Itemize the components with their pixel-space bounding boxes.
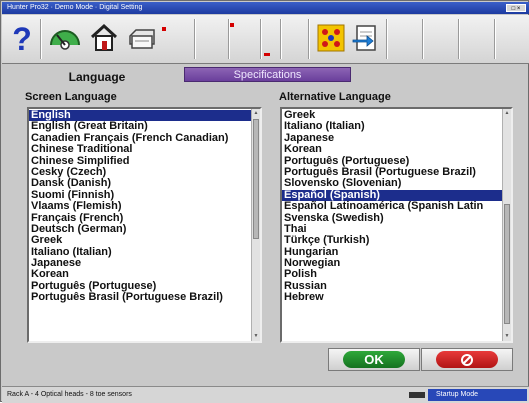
- home-icon: [90, 23, 118, 51]
- scroll-thumb[interactable]: [253, 119, 259, 239]
- screen-language-scrollbar[interactable]: ▲ ▼: [251, 109, 260, 341]
- list-item[interactable]: Canadien Français (French Canadian): [29, 133, 260, 144]
- scroll-up-icon[interactable]: ▲: [504, 110, 510, 117]
- print-button[interactable]: [124, 19, 160, 57]
- tab-bar: Language Specifications: [2, 64, 529, 86]
- alternative-language-heading: Alternative Language: [279, 91, 391, 103]
- cancel-button[interactable]: [421, 348, 513, 371]
- list-item[interactable]: Español (Spanish): [282, 189, 511, 202]
- status-text: Rack A - 4 Optical heads - 8 toe sensors: [7, 391, 132, 398]
- list-item[interactable]: Japanese: [282, 133, 511, 144]
- list-item[interactable]: Hungarian: [282, 247, 511, 258]
- list-item[interactable]: English (Great Britain): [29, 121, 260, 132]
- settings-button[interactable]: [314, 19, 348, 57]
- alternative-language-scrollbar[interactable]: ▲ ▼: [502, 109, 511, 341]
- list-item[interactable]: Français (French): [29, 213, 260, 224]
- list-item[interactable]: Italiano (Italian): [282, 121, 511, 132]
- help-icon: ?: [12, 21, 32, 55]
- list-item[interactable]: Greek: [29, 235, 260, 246]
- settings-grid-icon: [317, 24, 345, 52]
- alternative-language-list[interactable]: Greek Italiano (Italian) Japanese Korean Por…: [280, 107, 513, 343]
- cancel-pill: [436, 351, 498, 368]
- printer-icon: [129, 29, 155, 49]
- ok-label: OK: [343, 351, 405, 368]
- list-item[interactable]: Svenska (Swedish): [282, 213, 511, 224]
- scroll-down-icon[interactable]: ▼: [253, 333, 259, 340]
- indicator-mark: [230, 23, 234, 27]
- exit-icon: [352, 25, 376, 51]
- indicator-mark: [162, 27, 166, 31]
- list-item[interactable]: Italiano (Italian): [29, 247, 260, 258]
- list-item[interactable]: Korean: [282, 144, 511, 155]
- list-item[interactable]: English: [29, 110, 260, 122]
- list-item[interactable]: Português (Portuguese): [29, 281, 260, 292]
- list-item[interactable]: Deutsch (German): [29, 224, 260, 235]
- list-item[interactable]: Español Latinoamérica (Spanish Latin: [282, 201, 511, 212]
- status-bar: Rack A - 4 Optical heads - 8 toe sensors…: [2, 386, 529, 403]
- cancel-icon: [461, 353, 473, 366]
- list-item[interactable]: Russian: [282, 281, 511, 292]
- window-title: Hunter Pro32 · Demo Mode · Digital Setti…: [7, 4, 143, 11]
- list-item[interactable]: Česky (Czech): [29, 167, 260, 178]
- toolbar: ?: [2, 15, 529, 64]
- list-item[interactable]: Português Brasil (Portuguese Brazil): [282, 167, 511, 178]
- list-item[interactable]: Slovensko (Slovenian): [282, 178, 511, 189]
- alignment-button[interactable]: [46, 19, 84, 57]
- alignment-icon: [50, 30, 80, 50]
- list-item[interactable]: Português (Portuguese): [282, 156, 511, 167]
- list-item[interactable]: Greek: [282, 110, 511, 121]
- list-item[interactable]: Hebrew: [282, 292, 511, 303]
- connection-icon: [409, 392, 425, 398]
- indicator-mark: [264, 53, 270, 56]
- exit-button[interactable]: [349, 19, 383, 57]
- list-item[interactable]: Vlaams (Flemish): [29, 201, 260, 212]
- screen-language-heading: Screen Language: [25, 91, 117, 103]
- list-item[interactable]: Dansk (Danish): [29, 178, 260, 189]
- help-button[interactable]: ?: [6, 19, 38, 57]
- svg-text:?: ?: [12, 21, 32, 55]
- list-item[interactable]: Korean: [29, 269, 260, 280]
- mode-indicator: Startup Mode: [428, 389, 527, 401]
- home-button[interactable]: [86, 19, 122, 57]
- list-item[interactable]: Português Brasil (Portuguese Brazil): [29, 292, 260, 303]
- scroll-up-icon[interactable]: ▲: [253, 110, 259, 117]
- window-controls[interactable]: □ ×: [506, 4, 526, 12]
- title-bar: Hunter Pro32 · Demo Mode · Digital Setti…: [2, 2, 529, 14]
- list-item[interactable]: Japanese: [29, 258, 260, 269]
- list-item[interactable]: Chinese Traditional: [29, 144, 260, 155]
- list-item[interactable]: Polish: [282, 269, 511, 280]
- scroll-thumb[interactable]: [504, 204, 510, 324]
- list-item[interactable]: Thai: [282, 224, 511, 235]
- tab-specifications[interactable]: Specifications: [184, 67, 351, 82]
- ok-button[interactable]: OK: [328, 348, 420, 371]
- list-item[interactable]: Türkçe (Turkish): [282, 235, 511, 246]
- scroll-down-icon[interactable]: ▼: [504, 333, 510, 340]
- screen-language-list[interactable]: English English (Great Britain) Canadien F…: [27, 107, 262, 343]
- list-item[interactable]: Norwegian: [282, 258, 511, 269]
- tab-language[interactable]: Language: [27, 68, 167, 86]
- list-item[interactable]: Chinese Simplified: [29, 156, 260, 167]
- main-window: Hunter Pro32 · Demo Mode · Digital Setti…: [0, 0, 529, 403]
- list-item[interactable]: Suomi (Finnish): [29, 190, 260, 201]
